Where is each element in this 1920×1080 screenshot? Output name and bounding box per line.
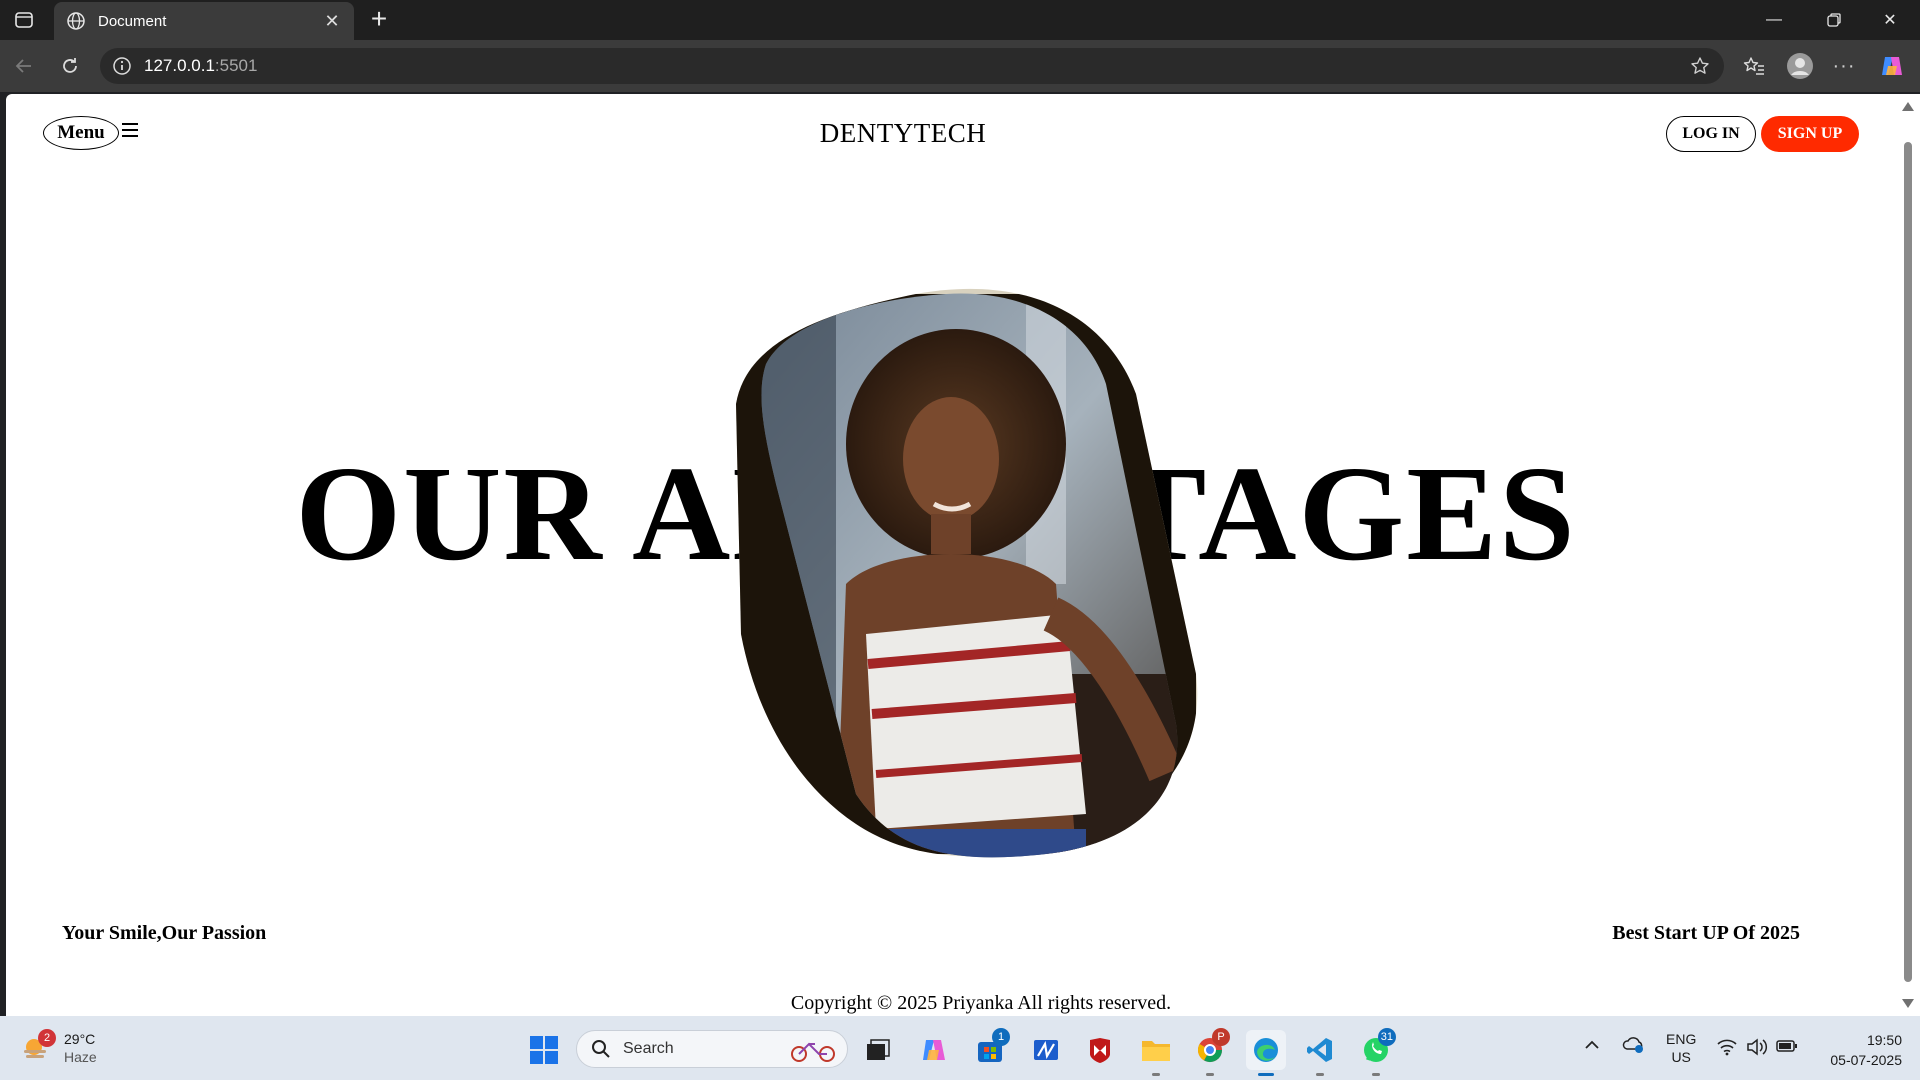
site-header: Menu DENTYTECH LOG IN SIGN UP <box>6 94 1896 174</box>
volume-icon[interactable] <box>1746 1038 1768 1059</box>
restore-button[interactable] <box>1806 0 1862 40</box>
hero-portrait-image <box>736 288 1198 858</box>
whatsapp-badge: 31 <box>1377 1028 1396 1046</box>
search-icon <box>592 1040 610 1058</box>
language-indicator[interactable]: ENG US <box>1666 1030 1696 1066</box>
page-scrollbar[interactable] <box>1896 94 1920 1016</box>
system-clock[interactable]: 19:50 05-07-2025 <box>1812 1030 1902 1070</box>
clock-time: 19:50 <box>1866 1032 1902 1048</box>
chrome-icon[interactable]: P <box>1190 1028 1230 1076</box>
weather-haze-icon: 2 <box>20 1029 56 1063</box>
new-tab-button[interactable]: + <box>364 5 394 34</box>
browser-toolbar: 127.0.0.1:5501 ··· <box>0 40 1920 92</box>
scroll-up-arrow-icon[interactable] <box>1902 102 1914 111</box>
weather-widget[interactable]: 2 29°C Haze <box>20 1029 97 1066</box>
back-icon[interactable] <box>8 50 40 82</box>
edge-icon[interactable] <box>1246 1030 1286 1076</box>
bicycle-icon <box>791 1042 835 1062</box>
onedrive-icon[interactable] <box>1622 1034 1646 1057</box>
region-code: US <box>1671 1049 1691 1065</box>
language-code: ENG <box>1666 1031 1697 1047</box>
battery-icon[interactable] <box>1776 1039 1798 1056</box>
show-hidden-icons[interactable] <box>1584 1038 1600 1054</box>
page-viewport: Menu DENTYTECH LOG IN SIGN UP OUR ADVANT… <box>6 94 1896 1016</box>
tagline-right: Best Start UP Of 2025 <box>1612 922 1800 944</box>
wifi-icon[interactable] <box>1716 1038 1738 1059</box>
tagline-left: Your Smile,Our Passion <box>62 922 267 944</box>
chrome-profile-badge: P <box>1212 1028 1230 1046</box>
tab-actions-icon[interactable] <box>10 8 38 32</box>
close-window-button[interactable]: ✕ <box>1862 0 1918 40</box>
login-button[interactable]: LOG IN <box>1666 116 1756 152</box>
close-tab-icon[interactable]: ✕ <box>322 11 342 31</box>
copilot-app-icon[interactable] <box>914 1030 954 1070</box>
globe-icon <box>67 12 85 30</box>
app-m365-icon[interactable] <box>1026 1030 1066 1070</box>
store-badge: 1 <box>992 1028 1010 1046</box>
scrollbar-thumb[interactable] <box>1904 142 1912 982</box>
mcafee-icon[interactable] <box>1080 1030 1120 1070</box>
search-placeholder: Search <box>623 1040 674 1057</box>
profile-avatar-icon[interactable] <box>1784 50 1816 82</box>
weather-description: Haze <box>64 1049 97 1065</box>
site-info-icon[interactable] <box>112 56 132 76</box>
taskbar-search[interactable]: Search <box>576 1030 848 1068</box>
brand-logo-text[interactable]: DENTYTECH <box>6 118 1800 149</box>
refresh-icon[interactable] <box>54 50 86 82</box>
address-bar[interactable]: 127.0.0.1:5501 <box>100 48 1724 84</box>
clock-date: 05-07-2025 <box>1830 1052 1902 1068</box>
tab-document[interactable]: Document ✕ <box>54 2 354 40</box>
tab-title: Document <box>98 12 167 30</box>
minimize-button[interactable]: — <box>1746 0 1802 40</box>
signup-button[interactable]: SIGN UP <box>1761 116 1859 152</box>
whatsapp-icon[interactable]: 31 <box>1356 1028 1396 1076</box>
favorite-star-icon[interactable] <box>1690 56 1710 76</box>
url-port: :5501 <box>214 56 258 75</box>
start-button[interactable] <box>524 1030 564 1070</box>
file-explorer-icon[interactable] <box>1136 1030 1176 1076</box>
copilot-icon[interactable] <box>1876 50 1908 82</box>
weather-alert-badge: 2 <box>38 1029 56 1047</box>
vscode-icon[interactable] <box>1300 1030 1340 1076</box>
more-options-icon[interactable]: ··· <box>1828 50 1860 82</box>
favorites-icon[interactable] <box>1738 50 1770 82</box>
url-host: 127.0.0.1 <box>144 56 215 75</box>
scroll-down-arrow-icon[interactable] <box>1902 999 1914 1008</box>
task-view-icon[interactable] <box>858 1030 898 1070</box>
microsoft-store-icon[interactable]: 1 <box>970 1028 1010 1070</box>
browser-tab-bar: Document ✕ + — ✕ <box>0 0 1920 40</box>
copyright-text: Copyright © 2025 Priyanka All rights res… <box>790 992 1172 1014</box>
weather-temperature: 29°C <box>64 1031 96 1047</box>
taskbar: 2 29°C Haze Search 1 P 31 ENG US 19:50 0… <box>0 1016 1920 1080</box>
